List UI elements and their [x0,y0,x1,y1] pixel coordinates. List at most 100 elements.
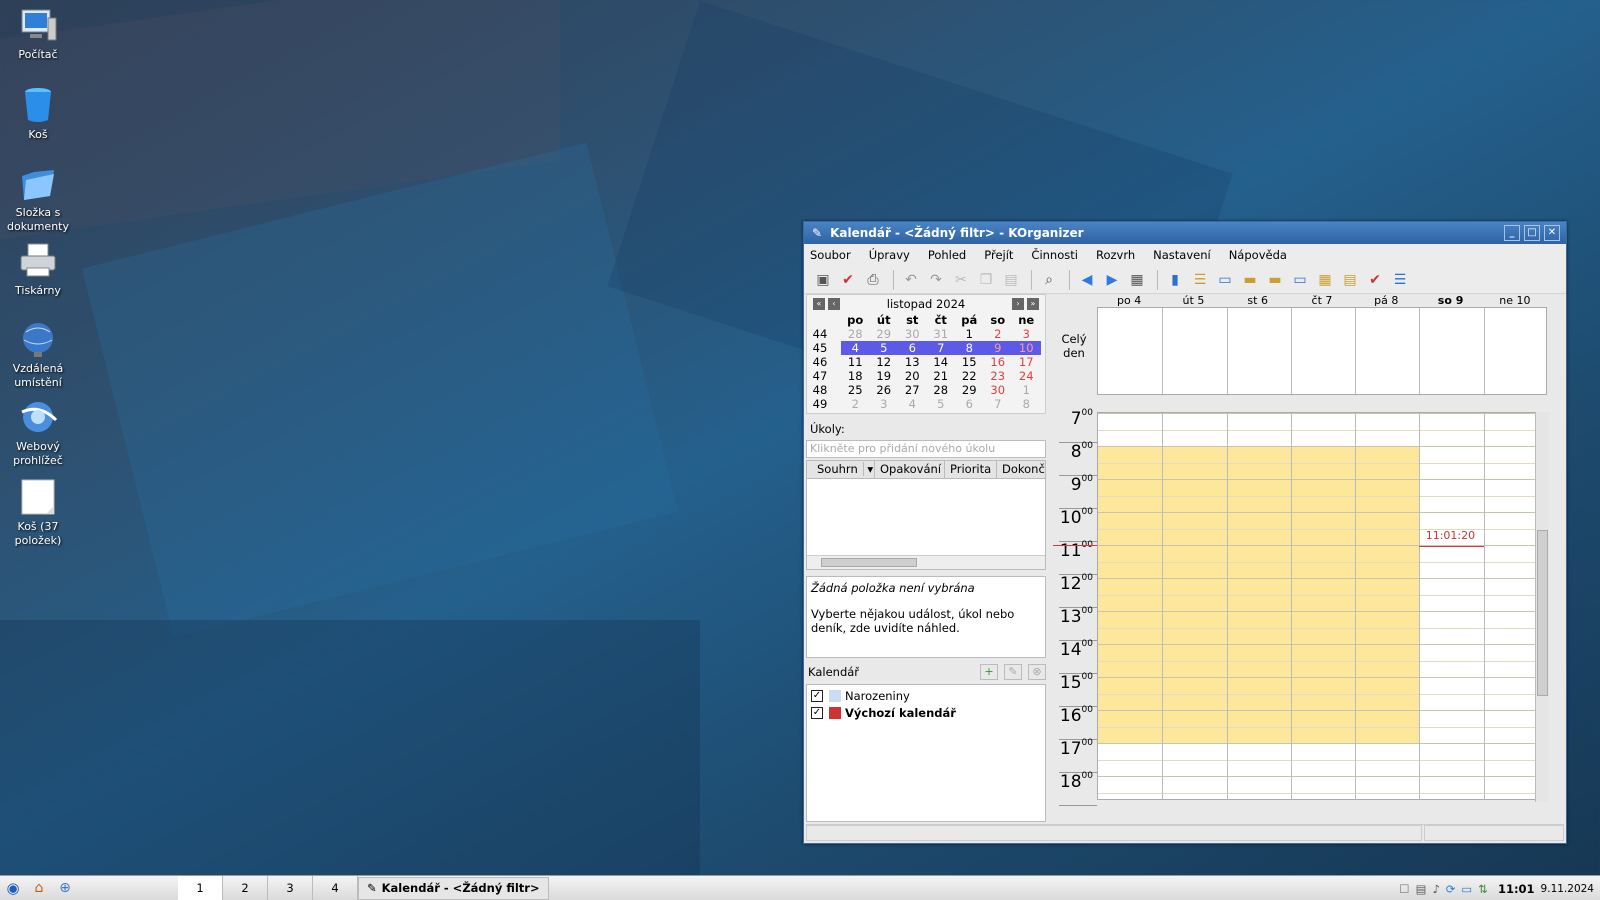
calendar-item-birthdays[interactable]: ✓ Narozeniny [807,687,1045,704]
todo-view-icon[interactable]: ✔ [1364,269,1386,291]
mini-calendar-day[interactable]: 29 [870,327,899,341]
time-grid[interactable]: 11:01:20 [1097,412,1547,800]
mini-calendar-day[interactable]: 6 [898,341,927,355]
mini-calendar-day[interactable]: 12 [870,355,899,369]
calendar-checkbox[interactable]: ✓ [811,689,823,702]
agenda-vscrollbar[interactable] [1535,412,1549,802]
next-year-icon[interactable]: » [1027,298,1039,310]
mini-calendar-day[interactable]: 11 [841,355,870,369]
desktop-icon-remote[interactable]: Vzdálená umístění [4,320,72,390]
column-complete[interactable]: Dokonč [997,461,1045,478]
mini-calendar-day[interactable]: 4 [898,397,927,411]
week-number[interactable]: 44 [807,327,841,341]
mini-calendar-day[interactable]: 23 [984,369,1013,383]
mini-calendar-day[interactable]: 28 [841,327,870,341]
day-header[interactable]: ne 10 [1483,294,1547,307]
mini-calendar-day[interactable]: 5 [927,397,956,411]
k-menu-icon[interactable]: ◉ [0,879,26,897]
day-view-icon[interactable]: ▭ [1214,269,1236,291]
menu-help[interactable]: Nápověda [1229,248,1287,262]
event-list-view-icon[interactable]: ☰ [1189,269,1211,291]
desktop-icon-documents[interactable]: Složka s dokumenty [4,164,72,234]
mini-calendar-day[interactable]: 27 [898,383,927,397]
timeline-view-icon[interactable]: ▤ [1339,269,1361,291]
desktop-icon-browser[interactable]: Webový prohlížeč [4,398,72,468]
edit-calendar-button[interactable]: ✎ [1004,664,1022,680]
menu-go[interactable]: Přejít [984,248,1013,262]
week-number[interactable]: 46 [807,355,841,369]
mini-calendar-day[interactable]: 4 [841,341,870,355]
mini-calendar-day[interactable]: 31 [927,327,956,341]
task-list-hscrollbar[interactable] [807,555,1045,569]
menu-edit[interactable]: Úpravy [869,248,910,262]
cut-icon[interactable]: ✂ [950,269,972,291]
redo-icon[interactable]: ↷ [925,269,947,291]
task-list[interactable]: Souhrn ▾ Opakování Priorita Dokonč [806,460,1046,570]
mini-calendar-day[interactable]: 6 [955,397,984,411]
desktop-icon-printers[interactable]: Tiskárny [4,242,72,298]
week-number[interactable]: 47 [807,369,841,383]
mini-calendar-day[interactable]: 22 [955,369,984,383]
paste-icon[interactable]: ▤ [1000,269,1022,291]
mini-calendar-day[interactable]: 17 [1012,355,1041,369]
add-calendar-button[interactable]: + [980,664,998,680]
mini-calendar-day[interactable]: 2 [984,327,1013,341]
mini-calendar-day[interactable]: 3 [1012,327,1041,341]
mini-calendar-day[interactable]: 7 [984,397,1013,411]
close-icon[interactable]: ✕ [1544,225,1560,241]
remove-calendar-button[interactable]: ⊗ [1028,664,1046,680]
maximize-icon[interactable]: □ [1524,225,1540,241]
journal-view-icon[interactable]: ☰ [1389,269,1411,291]
menu-schedule[interactable]: Rozvrh [1096,248,1135,262]
mini-calendar-day[interactable]: 10 [1012,341,1041,355]
korgac-tray-icon[interactable]: ☐ [1399,882,1409,896]
desktop-icon-trash-full[interactable]: Koš (37 položek) [4,478,72,548]
mini-calendar-day[interactable]: 2 [841,397,870,411]
clipboard-tray-icon[interactable]: ▤ [1416,882,1427,896]
week-view-icon[interactable]: ▬ [1264,269,1286,291]
column-recurrence[interactable]: Opakování [875,461,945,478]
day-header[interactable]: út 5 [1161,294,1225,307]
day-header[interactable]: po 4 [1097,294,1161,307]
print-icon[interactable]: ⎙ [862,269,884,291]
scroll-thumb[interactable] [1537,530,1548,696]
day-header[interactable]: pá 8 [1354,294,1418,307]
calendar-item-default[interactable]: ✓ Výchozí kalendář [807,704,1045,721]
mini-calendar-day[interactable]: 9 [983,341,1012,355]
workweek-view-icon[interactable]: ▬ [1239,269,1261,291]
display-tray-icon[interactable]: ▭ [1461,882,1472,896]
next-month-icon[interactable]: › [1012,298,1024,310]
mini-calendar-day[interactable]: 8 [955,341,984,355]
calendar-checkbox[interactable]: ✓ [811,706,823,719]
mini-calendar-day[interactable]: 1 [1012,383,1041,397]
home-icon[interactable]: ⌂ [26,880,52,896]
day-header[interactable]: čt 7 [1290,294,1354,307]
go-back-icon[interactable]: ◀ [1076,269,1098,291]
mini-calendar-day[interactable]: 24 [1012,369,1041,383]
new-event-icon[interactable]: ▣ [812,269,834,291]
mini-calendar-day[interactable]: 29 [955,383,984,397]
all-day-area[interactable] [1097,307,1547,395]
search-icon[interactable]: ⌕ [1038,269,1060,291]
mini-calendar-day[interactable]: 8 [1012,397,1041,411]
next-x-days-view-icon[interactable]: ▭ [1289,269,1311,291]
desktop-icon-trash[interactable]: Koš [4,86,72,142]
mini-calendar-day[interactable]: 28 [927,383,956,397]
menu-file[interactable]: Soubor [810,248,851,262]
desktop-button-4[interactable]: 4 [313,875,358,900]
window-titlebar[interactable]: ✎ Kalendář - <Žádný filtr> - KOrganizer … [804,222,1566,244]
menu-view[interactable]: Pohled [928,248,966,262]
column-summary[interactable]: Souhrn ▾ [807,461,875,478]
mini-calendar-day[interactable]: 30 [898,327,927,341]
desktop-icon-computer[interactable]: Počítač [4,6,72,62]
prev-month-icon[interactable]: ‹ [828,298,840,310]
mini-calendar-day[interactable]: 7 [926,341,955,355]
mini-calendar-day[interactable]: 3 [870,397,899,411]
mini-calendar-day[interactable]: 16 [984,355,1013,369]
network-tray-icon[interactable]: ⇅ [1478,882,1488,896]
minimize-icon[interactable]: _ [1504,225,1520,241]
mini-calendar-day[interactable]: 15 [955,355,984,369]
mini-calendar-day[interactable]: 30 [984,383,1013,397]
mini-calendar-day[interactable]: 13 [898,355,927,369]
day-header[interactable]: so 9 [1418,294,1482,307]
